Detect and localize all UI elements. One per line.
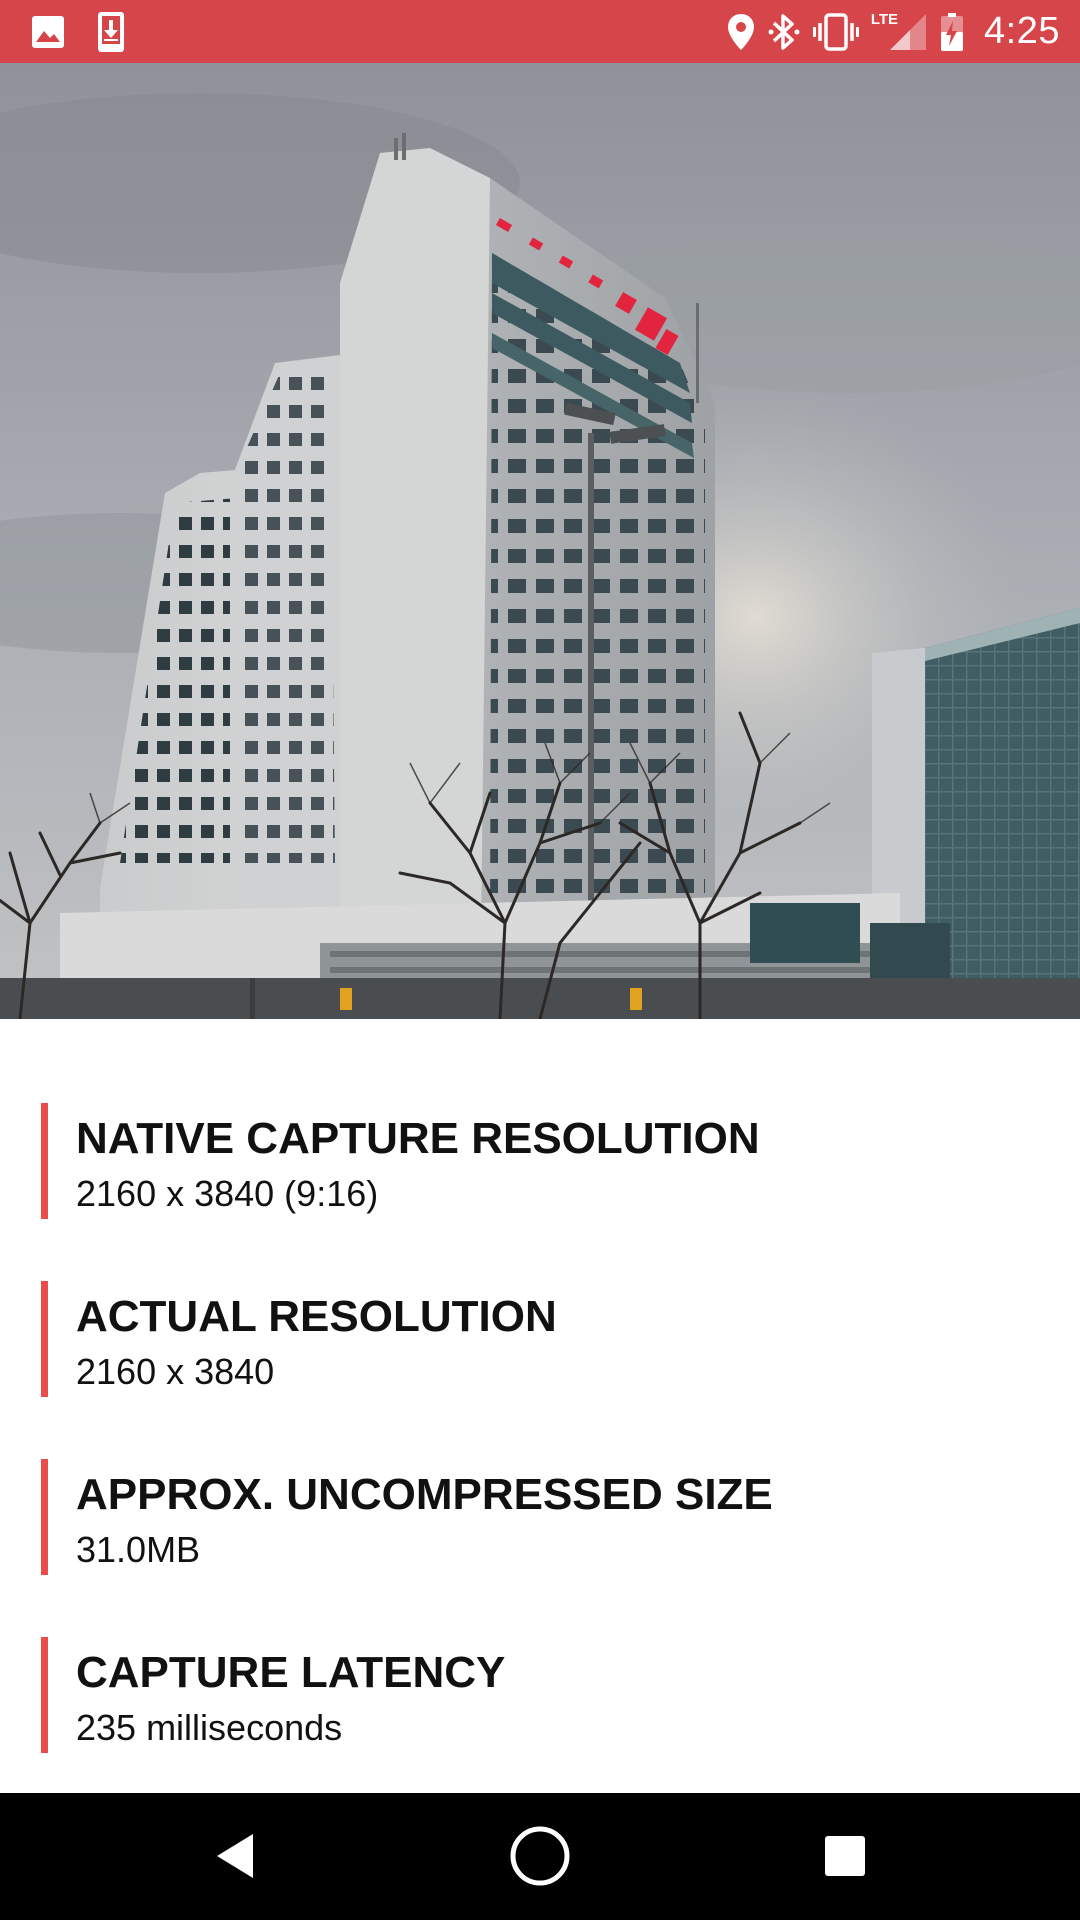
home-icon <box>509 1825 571 1892</box>
home-button[interactable] <box>505 1823 575 1893</box>
info-title: CAPTURE LATENCY <box>76 1648 506 1697</box>
info-title: APPROX. UNCOMPRESSED SIZE <box>76 1470 773 1519</box>
info-value: 235 milliseconds <box>76 1707 343 1748</box>
info-title: NATIVE CAPTURE RESOLUTION <box>76 1114 760 1163</box>
accent-bar <box>41 1637 48 1753</box>
back-icon <box>213 1832 257 1885</box>
system-icons: LTE 4:25 <box>727 0 1060 63</box>
info-value: 31.0MB <box>76 1529 201 1570</box>
network-type-label: LTE <box>870 11 899 28</box>
accent-bar <box>41 1281 48 1397</box>
info-title: ACTUAL RESOLUTION <box>76 1292 557 1341</box>
recents-icon <box>824 1835 866 1882</box>
recents-button[interactable] <box>810 1823 880 1893</box>
navigation-bar <box>0 1793 1080 1920</box>
accent-bar <box>41 1103 48 1219</box>
info-item-actual-resolution: ACTUAL RESOLUTION 2160 x 3840 <box>41 1281 1041 1397</box>
accent-bar <box>41 1459 48 1575</box>
capture-info-list: NATIVE CAPTURE RESOLUTION 2160 x 3840 (9… <box>0 1019 1080 1793</box>
battery-charging-icon <box>940 12 964 52</box>
location-icon <box>727 13 755 51</box>
info-item-uncompressed-size: APPROX. UNCOMPRESSED SIZE 31.0MB <box>41 1459 1041 1575</box>
status-bar: LTE 4:25 <box>0 0 1080 63</box>
info-value: 2160 x 3840 <box>76 1351 275 1392</box>
info-item-native-capture-resolution: NATIVE CAPTURE RESOLUTION 2160 x 3840 (9… <box>41 1103 1041 1219</box>
info-item-capture-latency: CAPTURE LATENCY 235 milliseconds <box>41 1637 1041 1753</box>
vibrate-icon <box>812 12 859 52</box>
screen: LTE 4:25 NATIVE CAPTURE RESOLUTION 2160 … <box>0 0 1080 1920</box>
notification-icons <box>30 12 126 52</box>
info-value: 2160 x 3840 (9:16) <box>76 1173 379 1214</box>
bluetooth-icon <box>767 12 801 52</box>
download-notification-icon <box>96 11 126 53</box>
captured-photo <box>0 63 1080 1019</box>
status-clock: 4:25 <box>984 10 1060 52</box>
image-notification-icon <box>30 14 66 50</box>
back-button[interactable] <box>200 1823 270 1893</box>
